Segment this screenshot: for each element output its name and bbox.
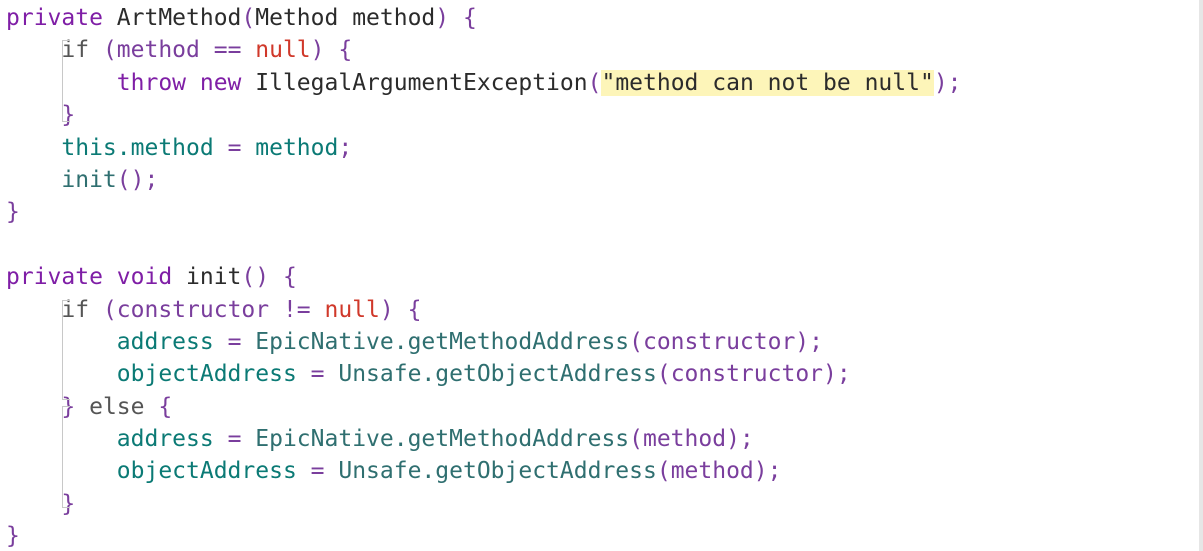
punctuation: ( xyxy=(587,69,602,96)
punctuation: (method == xyxy=(89,37,256,64)
scrollbar-edge[interactable] xyxy=(1199,0,1203,551)
type-name: ArtMethod xyxy=(116,5,242,31)
code-line: } else { xyxy=(6,391,962,423)
code-line: if (method == null) { xyxy=(6,34,962,66)
type-name: IllegalArgumentException xyxy=(255,69,588,96)
punctuation: (constructor); xyxy=(629,328,824,355)
punctuation: ) { xyxy=(435,5,477,31)
punctuation: (method); xyxy=(656,458,782,485)
field-reference: this.method xyxy=(61,134,214,161)
method-call: EpicNative.getMethodAddress xyxy=(255,426,630,453)
code-block[interactable]: private ArtMethod(Method method) { if (m… xyxy=(6,2,962,551)
punctuation: } xyxy=(6,523,20,550)
method-call: Unsafe.getObjectAddress xyxy=(338,361,657,388)
code-line: private ArtMethod(Method method) { xyxy=(6,2,962,34)
punctuation: () { xyxy=(241,264,297,291)
punctuation: (constructor); xyxy=(656,361,851,388)
punctuation: = xyxy=(213,426,256,453)
code-line: objectAddress = Unsafe.getObjectAddress(… xyxy=(6,358,962,390)
method-call: Unsafe.getObjectAddress xyxy=(338,458,657,485)
field-reference: objectAddress xyxy=(116,458,297,485)
code-line: objectAddress = Unsafe.getObjectAddress(… xyxy=(6,455,962,487)
keyword: private xyxy=(6,5,117,31)
punctuation: } xyxy=(6,199,20,226)
code-line: address = EpicNative.getMethodAddress(co… xyxy=(6,326,962,358)
keyword: private void xyxy=(6,264,187,291)
punctuation: (constructor != xyxy=(89,296,325,323)
method-name: init xyxy=(186,264,242,291)
punctuation: ); xyxy=(933,69,962,96)
code-line: } xyxy=(6,99,962,131)
field-reference: address xyxy=(116,426,214,453)
method-call: init xyxy=(61,166,117,193)
code-line: if (constructor != null) { xyxy=(6,294,962,326)
code-line: init(); xyxy=(6,164,962,196)
punctuation: { xyxy=(144,393,173,420)
field-reference: objectAddress xyxy=(116,361,297,388)
code-line: } xyxy=(6,196,962,228)
fold-guide[interactable] xyxy=(62,40,71,122)
code-line: this.method = method; xyxy=(6,132,962,164)
punctuation: = xyxy=(213,134,256,161)
code-line: } xyxy=(6,520,962,551)
code-line: } xyxy=(6,488,962,520)
punctuation: = xyxy=(296,361,339,388)
field-reference: address xyxy=(116,328,214,355)
null-literal: null xyxy=(255,37,311,64)
punctuation: ) { xyxy=(379,296,422,323)
punctuation: = xyxy=(296,458,339,485)
punctuation: = xyxy=(213,328,256,355)
punctuation: ( xyxy=(241,5,256,31)
code-line: throw new IllegalArgumentException("meth… xyxy=(6,67,962,99)
string-literal: "method can not be null" xyxy=(601,69,934,96)
fold-guide[interactable] xyxy=(62,300,71,400)
punctuation: (); xyxy=(116,166,159,193)
field-reference: method xyxy=(255,134,339,161)
fold-guide[interactable] xyxy=(62,406,71,508)
type-name: Method method xyxy=(255,5,436,31)
punctuation: ; xyxy=(338,134,353,161)
code-editor[interactable]: private ArtMethod(Method method) { if (m… xyxy=(0,0,1203,551)
code-line: private void init() { xyxy=(6,261,962,293)
keyword: else xyxy=(89,393,145,420)
keyword: throw new xyxy=(116,69,256,96)
null-literal: null xyxy=(324,296,380,323)
punctuation: (method); xyxy=(629,426,754,453)
punctuation: ) { xyxy=(310,37,353,64)
code-line: address = EpicNative.getMethodAddress(me… xyxy=(6,423,962,455)
method-call: EpicNative.getMethodAddress xyxy=(255,328,630,355)
